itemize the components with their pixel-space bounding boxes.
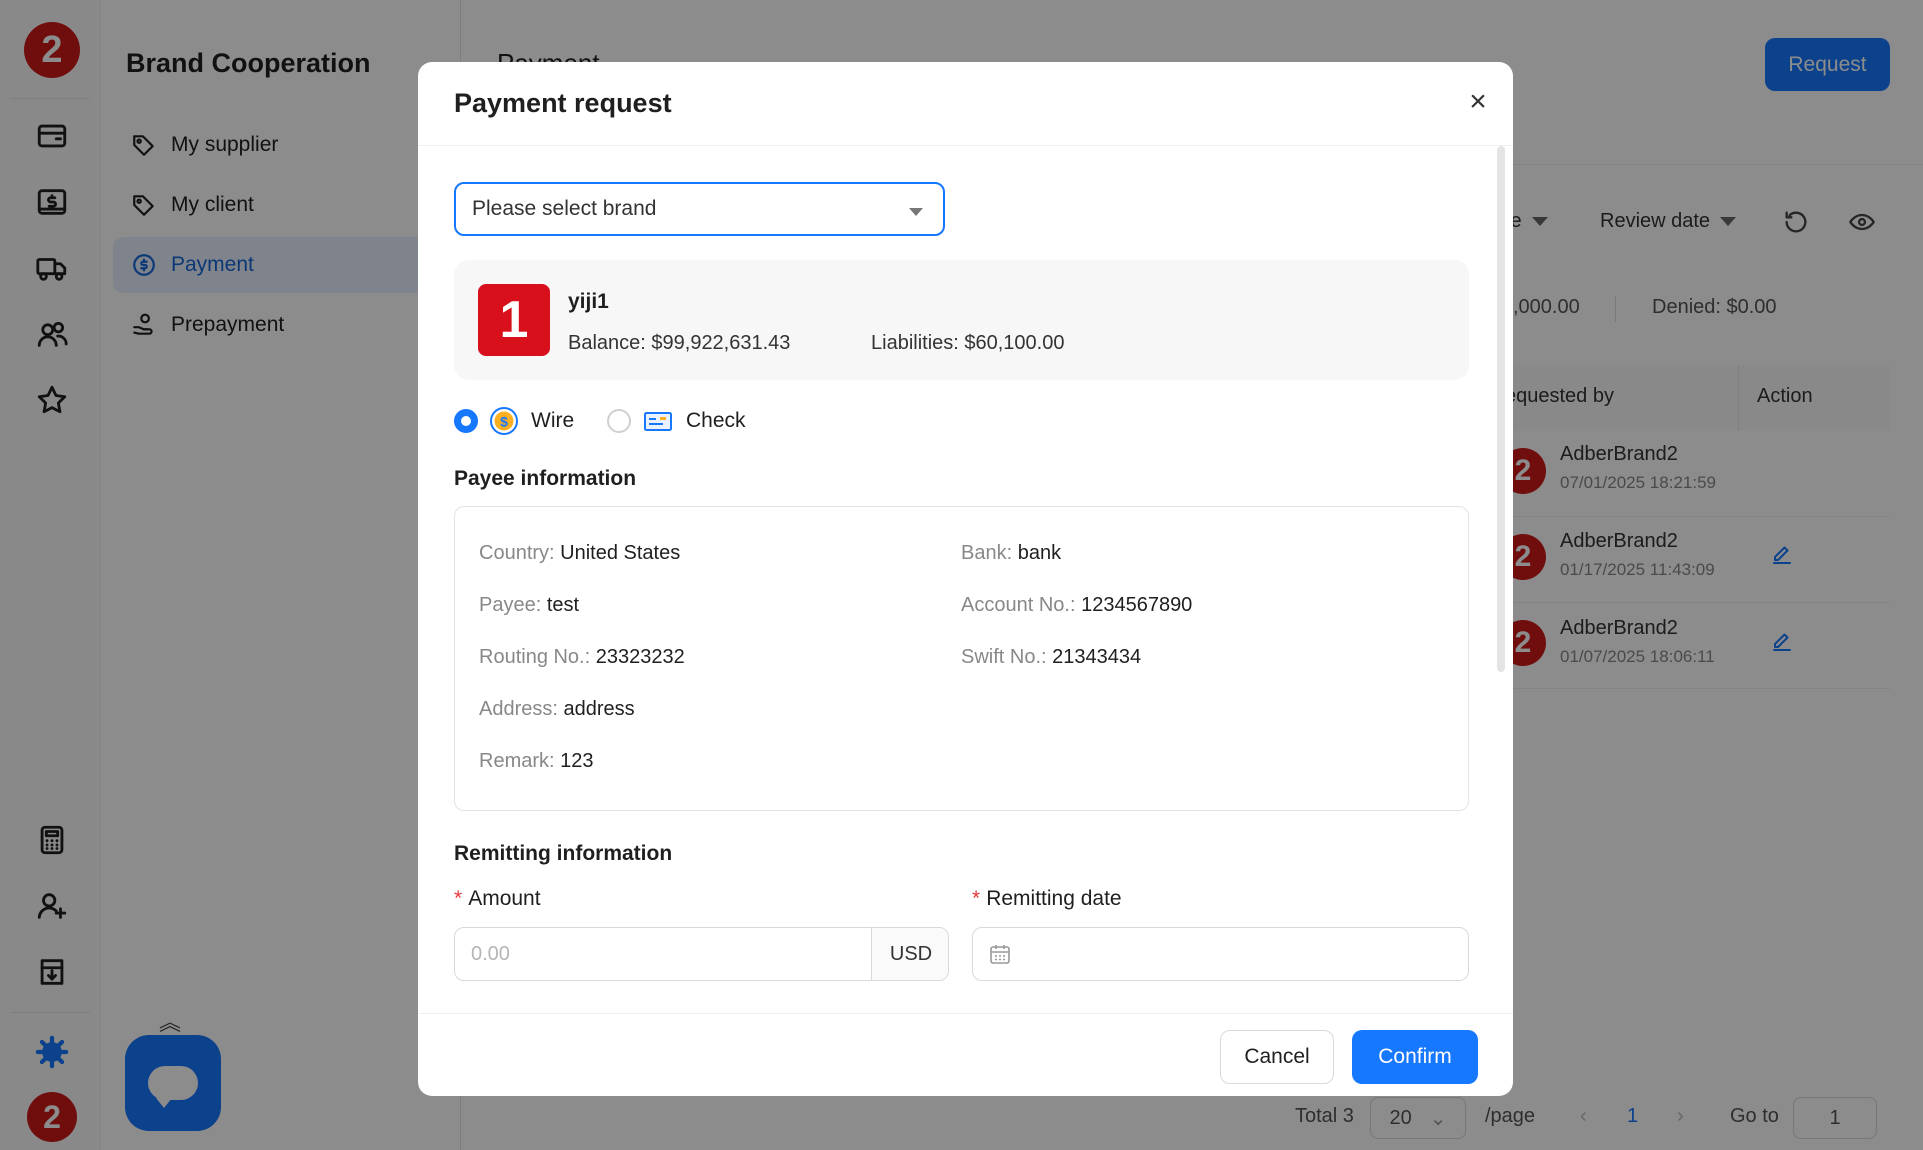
field-value: test bbox=[546, 594, 580, 616]
radio-wire[interactable] bbox=[454, 409, 478, 433]
field-key: Swift No.: bbox=[961, 646, 1047, 668]
payee-field-address: Address: address bbox=[479, 698, 635, 721]
payee-field-payee: Payee: test bbox=[479, 594, 579, 617]
brand-liabilities: Liabilities: $60,100.00 bbox=[871, 332, 1065, 354]
field-value: bank bbox=[1017, 542, 1062, 564]
amount-field: USD bbox=[454, 927, 949, 981]
remitting-date-label: * Remitting date bbox=[972, 887, 1122, 911]
payee-info-box: Country: United States Payee: test Routi… bbox=[454, 506, 1469, 811]
payee-field-swift: Swift No.: 21343434 bbox=[961, 646, 1141, 669]
brand-logo: 1 bbox=[478, 284, 550, 356]
currency-addon: USD bbox=[871, 928, 948, 980]
brand-balance: Balance: $99,922,631.43 bbox=[568, 332, 791, 354]
field-key: Routing No.: bbox=[479, 646, 591, 668]
payee-field-bank: Bank: bank bbox=[961, 542, 1061, 565]
cancel-button[interactable]: Cancel bbox=[1220, 1030, 1334, 1084]
field-value: 23323232 bbox=[595, 646, 685, 668]
required-mark: * bbox=[454, 887, 463, 910]
field-key: Remark: bbox=[479, 750, 555, 772]
payee-field-country: Country: United States bbox=[479, 542, 680, 565]
field-key: Country: bbox=[479, 542, 555, 564]
brand-select-placeholder: Please select brand bbox=[472, 197, 657, 220]
field-value: 21343434 bbox=[1052, 646, 1142, 668]
field-value: 123 bbox=[560, 750, 594, 772]
remitting-date-label-text: Remitting date bbox=[986, 887, 1122, 910]
field-value: United States bbox=[560, 542, 681, 564]
caret-down-icon bbox=[909, 208, 923, 216]
modal-scrollbar[interactable] bbox=[1497, 146, 1505, 672]
payee-field-routing: Routing No.: 23323232 bbox=[479, 646, 685, 669]
field-key: Account No.: bbox=[961, 594, 1076, 616]
brand-card: 1 yiji1 Balance: $99,922,631.43 Liabilit… bbox=[454, 260, 1469, 380]
modal-header: Payment request × bbox=[418, 62, 1513, 146]
close-icon[interactable]: × bbox=[1458, 82, 1498, 122]
confirm-button[interactable]: Confirm bbox=[1352, 1030, 1478, 1084]
field-key: Address: bbox=[479, 698, 558, 720]
dollar-coin-icon: $ bbox=[489, 406, 519, 436]
field-key: Bank: bbox=[961, 542, 1013, 564]
brand-select[interactable]: Please select brand bbox=[454, 182, 945, 236]
payee-field-account: Account No.: 1234567890 bbox=[961, 594, 1192, 617]
amount-label: * Amount bbox=[454, 887, 541, 911]
check-card-icon bbox=[643, 406, 673, 436]
payment-method-label[interactable]: Wire bbox=[531, 409, 574, 433]
svg-text:$: $ bbox=[500, 414, 508, 430]
calendar-icon bbox=[990, 945, 1010, 964]
remitting-section-title: Remitting information bbox=[454, 842, 673, 865]
payment-method-label[interactable]: Check bbox=[686, 409, 746, 433]
payee-section-title: Payee information bbox=[454, 467, 637, 490]
field-value: address bbox=[563, 698, 635, 720]
field-value: 1234567890 bbox=[1081, 594, 1193, 616]
modal-title: Payment request bbox=[454, 88, 672, 118]
field-key: Payee: bbox=[479, 594, 542, 616]
brand-name: yiji1 bbox=[568, 290, 609, 313]
payment-request-modal: Payment request × Please select brand 1 … bbox=[418, 62, 1513, 1096]
amount-input[interactable] bbox=[455, 928, 871, 980]
remitting-date-picker[interactable] bbox=[972, 927, 1469, 981]
modal-footer bbox=[418, 1013, 1513, 1096]
required-mark: * bbox=[972, 887, 981, 910]
payee-field-remark: Remark: 123 bbox=[479, 750, 594, 773]
amount-label-text: Amount bbox=[468, 887, 541, 910]
radio-check[interactable] bbox=[607, 409, 631, 433]
